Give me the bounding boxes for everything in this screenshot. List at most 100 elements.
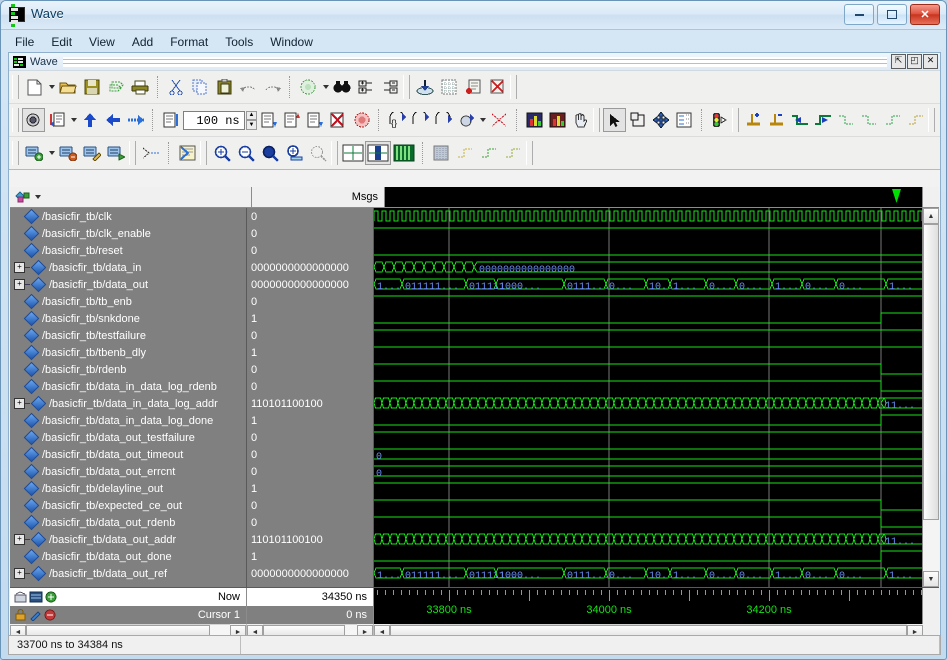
env-in-icon[interactable]: [432, 108, 455, 132]
zoom-cursor-icon[interactable]: [282, 141, 306, 165]
toolbar-grip[interactable]: [129, 141, 136, 165]
next-falling-edge-icon[interactable]: [858, 108, 881, 132]
signal-row[interactable]: +/basicfir_tb/data_in_data_log_addr: [10, 395, 246, 412]
wave-group-icon[interactable]: [391, 141, 417, 165]
wave-compare-icon[interactable]: [365, 141, 391, 165]
chevron-down-icon[interactable]: [478, 108, 488, 132]
signal-row[interactable]: /basicfir_tb/clk: [10, 208, 246, 225]
signal-row[interactable]: /basicfir_tb/data_in_data_log_done: [10, 412, 246, 429]
printer-icon[interactable]: [128, 75, 152, 99]
pan-move-icon[interactable]: [650, 108, 673, 132]
chevron-down-icon[interactable]: [46, 141, 56, 165]
menu-file[interactable]: File: [7, 33, 42, 54]
signal-row[interactable]: +/basicfir_tb/data_in: [10, 259, 246, 276]
stop-icon[interactable]: [350, 108, 373, 132]
expand-toggle-icon[interactable]: +: [14, 398, 25, 409]
env-down-icon[interactable]: [408, 108, 431, 132]
insert-cursor-icon[interactable]: [742, 108, 765, 132]
signal-row[interactable]: /basicfir_tb/data_in_data_log_rdenb: [10, 378, 246, 395]
zoom-full-icon[interactable]: [258, 141, 282, 165]
step-into-icon[interactable]: [45, 108, 68, 132]
scroll-up-button[interactable]: ▲: [923, 208, 939, 224]
signal-values-pane[interactable]: 0000000000000000000000000000000000001010…: [247, 208, 374, 587]
insert-wave-icon[interactable]: [104, 141, 128, 165]
run-icon[interactable]: [159, 108, 182, 132]
menu-add[interactable]: Add: [124, 33, 161, 54]
env-select-icon[interactable]: [455, 108, 478, 132]
undock-button[interactable]: ⇱: [891, 54, 906, 69]
toolbar-grip[interactable]: [12, 141, 19, 165]
signal-row[interactable]: /basicfir_tb/data_out_testfailure: [10, 429, 246, 446]
signal-row[interactable]: /basicfir_tb/snkdone: [10, 310, 246, 327]
up-arrow-icon[interactable]: [78, 108, 101, 132]
floppy-disk-icon[interactable]: [80, 75, 104, 99]
simulate-icon[interactable]: [413, 75, 437, 99]
values-column-header[interactable]: Msgs: [252, 187, 385, 207]
step-over-icon[interactable]: [304, 108, 327, 132]
toolbar-grip[interactable]: [403, 75, 410, 99]
toolbar-grip[interactable]: [593, 108, 600, 132]
expand-toggle-icon[interactable]: +: [14, 534, 25, 545]
toolbar-grip[interactable]: [200, 141, 207, 165]
open-folder-icon[interactable]: [56, 75, 80, 99]
toolbar-grip[interactable]: [928, 108, 935, 132]
next-rising-edge-icon[interactable]: [904, 108, 927, 132]
zoom-range-icon[interactable]: [306, 141, 330, 165]
time-ruler[interactable]: 33800 ns34000 ns34200 ns: [374, 588, 922, 624]
zoom-region-icon[interactable]: [626, 108, 649, 132]
menu-view[interactable]: View: [81, 33, 123, 54]
delete-cursor-icon[interactable]: [765, 108, 788, 132]
signal-row[interactable]: +/basicfir_tb/data_out: [10, 276, 246, 293]
signal-row[interactable]: /basicfir_tb/data_out_rdenb: [10, 514, 246, 531]
chevron-down-icon[interactable]: [68, 108, 78, 132]
signal-row[interactable]: +/basicfir_tb/data_out_ref: [10, 565, 246, 582]
add-wave-icon[interactable]: [22, 141, 46, 165]
signal-names-pane[interactable]: /basicfir_tb/clk/basicfir_tb/clk_enable/…: [10, 208, 247, 587]
env-up-icon[interactable]: {}: [385, 108, 408, 132]
traffic-light-icon[interactable]: [708, 108, 731, 132]
copy-icon[interactable]: [188, 75, 212, 99]
minimize-button[interactable]: [844, 4, 874, 25]
memory-bar-icon[interactable]: [546, 108, 569, 132]
expand-toggle-icon[interactable]: +: [14, 279, 25, 290]
delete-breakpoints-icon[interactable]: [485, 75, 509, 99]
break-icon[interactable]: [327, 108, 350, 132]
signal-row[interactable]: /basicfir_tb/reset: [10, 242, 246, 259]
signal-row[interactable]: /basicfir_tb/tbenb_dly: [10, 344, 246, 361]
vscroll-track[interactable]: [923, 224, 939, 571]
wave-edge-green-icon[interactable]: [477, 141, 501, 165]
scissors-icon[interactable]: [164, 75, 188, 99]
mdi-close-button[interactable]: ✕: [923, 54, 938, 69]
run-length-spinner[interactable]: ▲▼: [246, 111, 258, 130]
restart-icon[interactable]: [22, 108, 45, 132]
breakpoint-list-icon[interactable]: [461, 75, 485, 99]
toolbar-grip[interactable]: [331, 141, 338, 165]
hand-icon[interactable]: [569, 108, 592, 132]
undo-arrow-icon[interactable]: [236, 75, 260, 99]
menu-tools[interactable]: Tools: [217, 33, 261, 54]
run-length-input[interactable]: [183, 111, 245, 130]
edit-wave-pencil-icon[interactable]: [80, 141, 104, 165]
toolbar-grip[interactable]: [526, 141, 533, 165]
run-continue-icon[interactable]: [124, 108, 147, 132]
signal-row[interactable]: /basicfir_tb/rdenb: [10, 361, 246, 378]
toolbar-grip[interactable]: [12, 108, 19, 132]
signal-row[interactable]: /basicfir_tb/data_out_done: [10, 548, 246, 565]
redo-arrow-icon[interactable]: [260, 75, 284, 99]
no-break-icon[interactable]: [488, 108, 511, 132]
reload-icon[interactable]: [104, 75, 128, 99]
mdi-maximize-button[interactable]: ◰: [907, 54, 922, 69]
signal-row[interactable]: /basicfir_tb/tb_enb: [10, 293, 246, 310]
signal-row[interactable]: /basicfir_tb/clk_enable: [10, 225, 246, 242]
new-document-icon[interactable]: [22, 75, 46, 99]
run-restart-icon[interactable]: [280, 108, 303, 132]
toolbar-grip[interactable]: [12, 75, 19, 99]
run-all-icon[interactable]: [257, 108, 280, 132]
wave-grid-icon[interactable]: [429, 141, 453, 165]
coverage-grid-icon[interactable]: [437, 75, 461, 99]
toolbar-grip[interactable]: [732, 108, 739, 132]
signal-row[interactable]: /basicfir_tb/expected_ce_out: [10, 497, 246, 514]
prev-falling-edge-icon[interactable]: [835, 108, 858, 132]
left-arrow-icon[interactable]: [101, 108, 124, 132]
vscroll-thumb[interactable]: [923, 224, 939, 520]
